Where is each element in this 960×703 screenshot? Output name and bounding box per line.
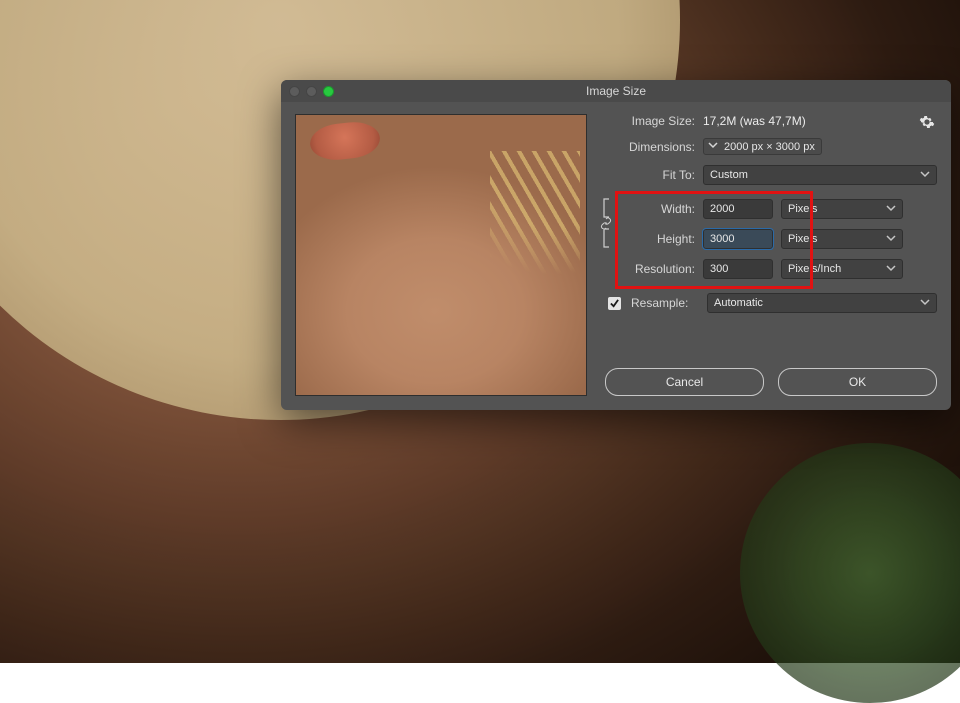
preview-detail: [490, 151, 580, 331]
chevron-down-icon: [886, 233, 896, 246]
image-size-form: Image Size: 17,2M (was 47,7M) Dimensions…: [605, 114, 937, 396]
width-label: Width:: [605, 202, 695, 216]
preview-detail: [308, 119, 381, 162]
resolution-label: Resolution:: [605, 262, 695, 276]
titlebar[interactable]: Image Size: [281, 80, 951, 102]
image-size-value: 17,2M (was 47,7M): [703, 114, 806, 128]
dialog-title: Image Size: [281, 84, 951, 98]
height-input[interactable]: 3000: [703, 229, 773, 249]
chevron-down-icon: [886, 263, 896, 276]
gear-icon[interactable]: [919, 114, 937, 132]
cancel-button[interactable]: Cancel: [605, 368, 764, 396]
resolution-unit-select[interactable]: Pixels/Inch: [781, 259, 903, 279]
close-icon[interactable]: [289, 86, 300, 97]
chevron-down-icon: [886, 203, 896, 216]
dimensions-label: Dimensions:: [605, 140, 695, 154]
resolution-input[interactable]: 300: [703, 259, 773, 279]
dimensions-row: Dimensions: 2000 px × 3000 px: [605, 138, 937, 155]
dialog-footer: Cancel OK: [605, 360, 937, 396]
fit-to-select[interactable]: Custom: [703, 165, 937, 185]
width-input[interactable]: 2000: [703, 199, 773, 219]
zoom-icon[interactable]: [323, 86, 334, 97]
width-unit-select[interactable]: Pixels: [781, 199, 903, 219]
chevron-down-icon: [920, 297, 930, 310]
height-row: Height: 3000 Pixels: [605, 229, 937, 249]
greenery-shape: [740, 443, 960, 703]
fit-to-row: Fit To: Custom: [605, 165, 937, 185]
resample-row: Resample: Automatic: [605, 293, 937, 313]
image-size-row: Image Size: 17,2M (was 47,7M): [605, 114, 937, 128]
dimensions-group: Width: 2000 Pixels Height: 3000: [605, 195, 937, 283]
chevron-down-icon: [920, 169, 930, 182]
constrain-proportions-toggle[interactable]: [595, 197, 617, 249]
height-label: Height:: [605, 232, 695, 246]
ok-button[interactable]: OK: [778, 368, 937, 396]
preview-thumbnail[interactable]: [295, 114, 587, 396]
image-size-label: Image Size:: [605, 114, 695, 128]
resample-label: Resample:: [631, 296, 699, 310]
resample-checkbox[interactable]: [608, 297, 621, 310]
chevron-down-icon: [708, 140, 718, 153]
traffic-lights: [289, 86, 334, 97]
dimensions-chip[interactable]: 2000 px × 3000 px: [703, 138, 822, 155]
dimensions-value: 2000 px × 3000 px: [724, 141, 815, 153]
resolution-row: Resolution: 300 Pixels/Inch: [605, 259, 937, 279]
image-size-dialog: Image Size Image Size: 17,2M (was 47,7M)…: [281, 80, 951, 410]
fit-to-label: Fit To:: [605, 168, 695, 182]
width-row: Width: 2000 Pixels: [605, 199, 937, 219]
resample-method-select[interactable]: Automatic: [707, 293, 937, 313]
fit-to-value: Custom: [710, 169, 748, 181]
height-unit-select[interactable]: Pixels: [781, 229, 903, 249]
minimize-icon[interactable]: [306, 86, 317, 97]
